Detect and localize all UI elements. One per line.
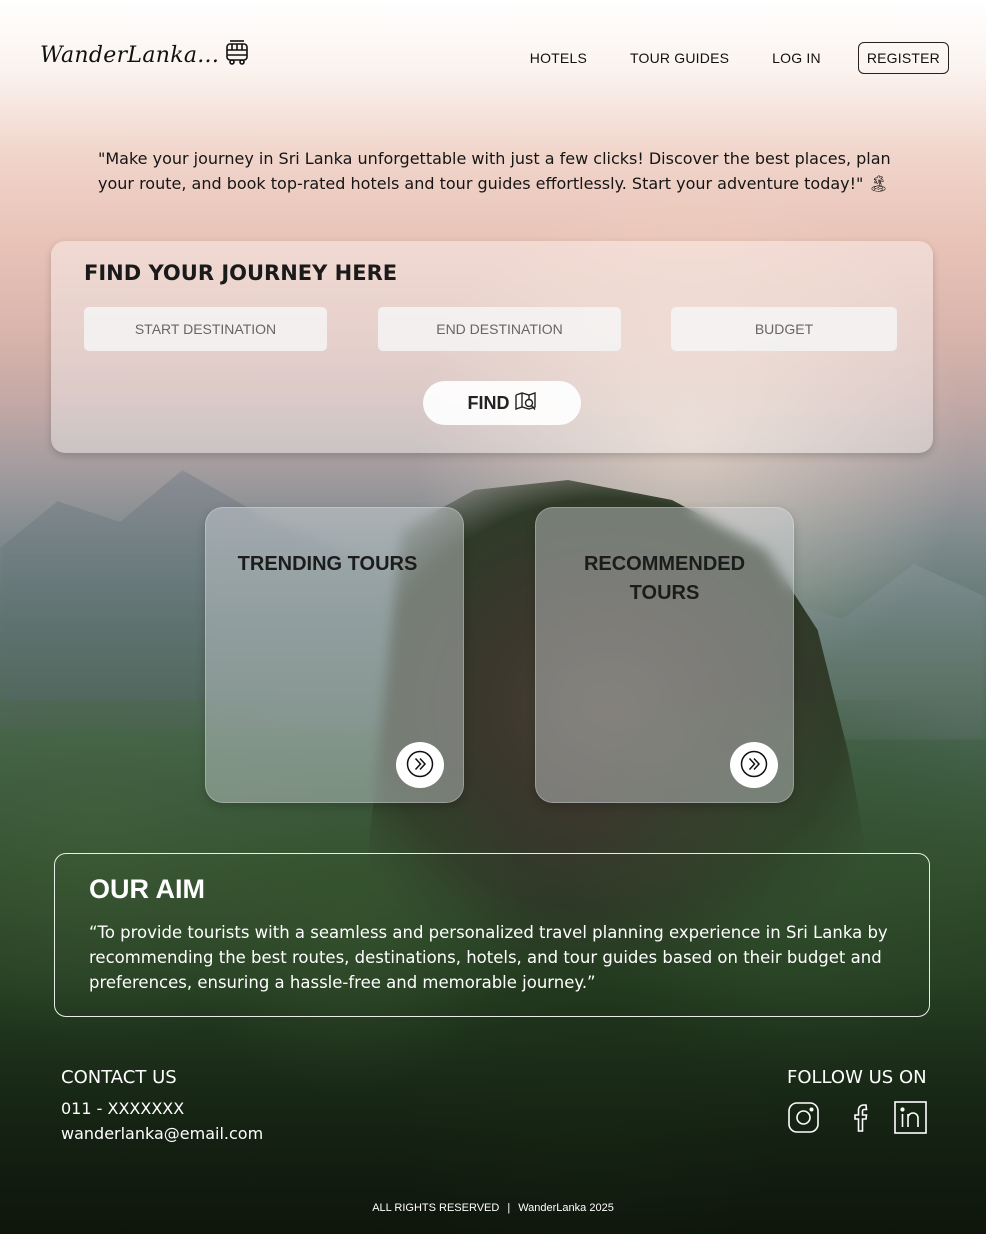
- aim-title: OUR AIM: [89, 874, 205, 904]
- search-title: FIND YOUR JOURNEY HERE: [84, 261, 398, 285]
- find-button-label: FIND: [467, 392, 510, 413]
- trending-tours-next-button[interactable]: [396, 742, 444, 788]
- linkedin-icon[interactable]: [894, 1101, 927, 1134]
- find-button[interactable]: FIND: [423, 381, 581, 425]
- recommended-tours-next-button[interactable]: [730, 742, 778, 788]
- trending-tours-card[interactable]: TRENDING TOURS: [205, 507, 464, 803]
- contact-email-link[interactable]: wanderlanka@email.com: [61, 1124, 263, 1143]
- journey-search-panel: FIND YOUR JOURNEY HERE FIND: [51, 241, 933, 453]
- nav-tour-guides[interactable]: TOUR GUIDES: [630, 50, 729, 66]
- copyright: ALL RIGHTS RESERVED | WanderLanka 2025: [0, 1202, 986, 1214]
- tagline: "Make your journey in Sri Lanka unforget…: [98, 149, 891, 193]
- map-search-icon: [514, 391, 537, 416]
- budget-input[interactable]: [671, 307, 897, 351]
- separator: |: [507, 1202, 511, 1214]
- our-aim-section: OUR AIM “To provide tourists with a seam…: [54, 853, 930, 1017]
- main-nav: HOTELS TOUR GUIDES LOG IN REGISTER: [487, 42, 949, 74]
- register-button[interactable]: REGISTER: [857, 42, 949, 74]
- facebook-icon[interactable]: [846, 1101, 879, 1134]
- end-destination-input[interactable]: [378, 307, 621, 351]
- double-chevron-right-icon: [739, 749, 769, 782]
- site-header: WanderLanka... HOTELS TOUR GUIDES LOG IN…: [0, 0, 986, 110]
- follow-title: FOLLOW US ON: [787, 1067, 927, 1088]
- logo-text: WanderLanka...: [40, 42, 220, 68]
- bus-icon: [223, 38, 251, 72]
- nav-login[interactable]: LOG IN: [772, 50, 821, 66]
- aim-text: “To provide tourists with a seamless and…: [89, 923, 888, 992]
- double-chevron-right-icon: [405, 749, 435, 782]
- rights-text: ALL RIGHTS RESERVED: [372, 1202, 500, 1214]
- contact-phone: 011 - XXXXXXX: [61, 1099, 185, 1118]
- brand-year: WanderLanka 2025: [518, 1202, 614, 1214]
- site-logo[interactable]: WanderLanka...: [40, 38, 251, 72]
- instagram-icon[interactable]: [787, 1101, 820, 1134]
- contact-title: CONTACT US: [61, 1067, 177, 1088]
- trending-tours-title: TRENDING TOURS: [237, 553, 418, 575]
- recommended-tours-card[interactable]: RECOMMENDED TOURS: [535, 507, 794, 803]
- start-destination-input[interactable]: [84, 307, 327, 351]
- recommended-tours-title: RECOMMENDED TOURS: [583, 553, 746, 604]
- nav-hotels[interactable]: HOTELS: [530, 50, 587, 66]
